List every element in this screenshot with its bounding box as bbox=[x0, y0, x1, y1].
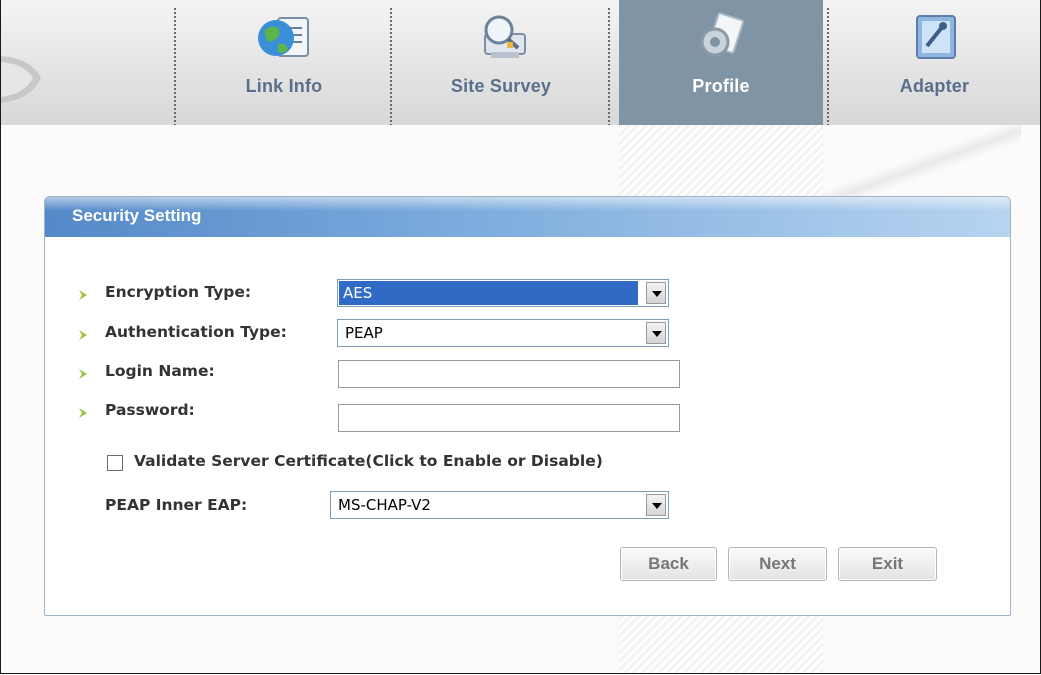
bullet-arrow-icon bbox=[79, 290, 87, 300]
panel-title: Security Setting bbox=[72, 206, 202, 225]
link-info-icon bbox=[258, 17, 309, 57]
exit-button[interactable]: Exit bbox=[838, 547, 937, 581]
dropdown-arrow-icon[interactable] bbox=[646, 322, 666, 344]
encryption-type-select[interactable]: AES bbox=[337, 279, 669, 307]
adapter-icon bbox=[915, 15, 956, 59]
encryption-type-value: AES bbox=[339, 281, 638, 305]
password-label: Password: bbox=[105, 401, 195, 419]
next-button[interactable]: Next bbox=[728, 547, 827, 581]
app-window: Link Info Site Survey Profile Adapter Se… bbox=[0, 0, 1041, 674]
dropdown-arrow-icon[interactable] bbox=[646, 494, 666, 516]
tab-label: Profile bbox=[692, 76, 750, 96]
peap-inner-eap-value: MS-CHAP-V2 bbox=[338, 496, 431, 514]
tab-site-survey[interactable]: Site Survey bbox=[392, 0, 610, 125]
top-toolbar: Link Info Site Survey Profile Adapter bbox=[1, 0, 1040, 146]
site-survey-icon bbox=[484, 15, 526, 58]
peap-inner-eap-select[interactable]: MS-CHAP-V2 bbox=[330, 491, 669, 519]
encryption-type-label: Encryption Type: bbox=[105, 283, 252, 301]
tab-label: Adapter bbox=[899, 76, 970, 96]
tab-adapter[interactable]: Adapter bbox=[829, 0, 1040, 125]
authentication-type-label: Authentication Type: bbox=[105, 323, 287, 341]
tab-label: Link Info bbox=[245, 76, 323, 96]
bullet-arrow-icon bbox=[79, 369, 87, 379]
peap-inner-eap-label: PEAP Inner EAP: bbox=[105, 496, 248, 514]
back-button[interactable]: Back bbox=[620, 547, 717, 581]
bullet-arrow-icon bbox=[79, 408, 87, 418]
dropdown-arrow-icon[interactable] bbox=[646, 282, 666, 304]
profile-icon bbox=[700, 12, 745, 57]
security-setting-panel: Security Setting Encryption Type: AES Au… bbox=[44, 196, 1011, 616]
validate-cert-label: Validate Server Certificate(Click to Ena… bbox=[134, 452, 603, 470]
validate-cert-checkbox[interactable] bbox=[107, 455, 123, 471]
tab-label: Site Survey bbox=[450, 76, 552, 96]
login-name-label: Login Name: bbox=[105, 362, 215, 380]
password-input[interactable] bbox=[338, 404, 680, 432]
tab-link-info[interactable]: Link Info bbox=[176, 0, 392, 125]
bullet-arrow-icon bbox=[79, 330, 87, 340]
login-name-input[interactable] bbox=[338, 360, 680, 388]
decorative-swoosh bbox=[1, 56, 41, 103]
authentication-type-value: PEAP bbox=[345, 324, 383, 342]
authentication-type-select[interactable]: PEAP bbox=[337, 319, 669, 347]
panel-header: Security Setting bbox=[45, 197, 1010, 237]
tab-profile[interactable]: Profile bbox=[619, 0, 823, 125]
